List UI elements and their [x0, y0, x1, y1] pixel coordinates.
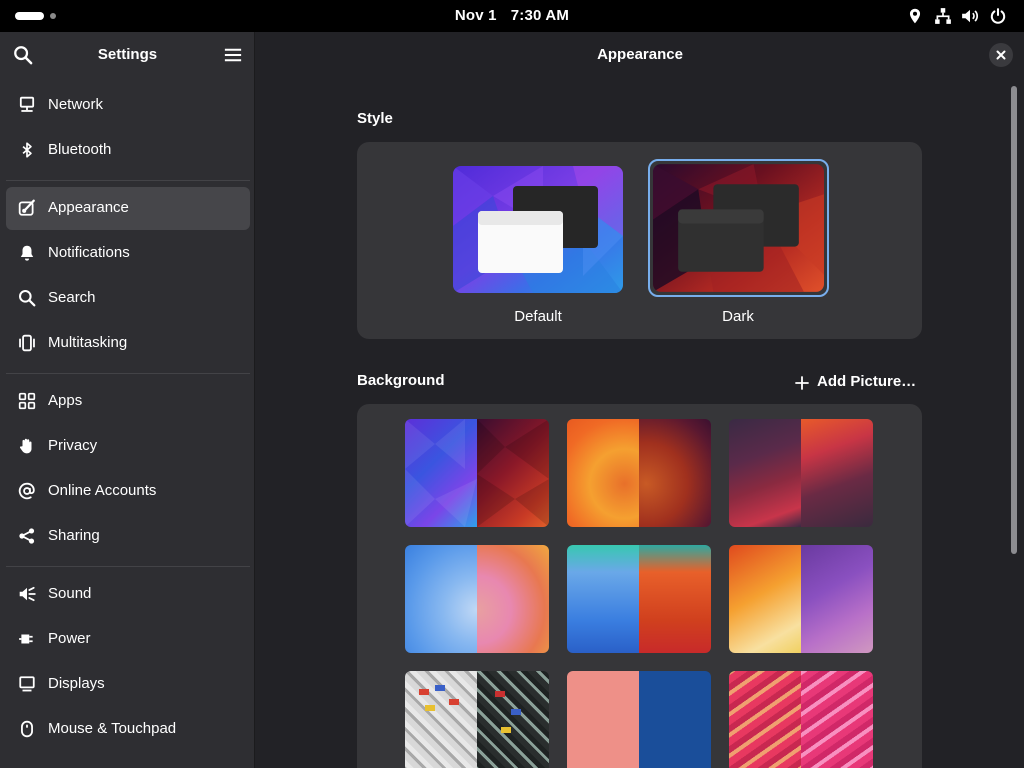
sidebar-item-label: Bluetooth [48, 141, 112, 158]
sidebar-item-online-accounts[interactable]: Online Accounts [6, 470, 250, 513]
sidebar-item-multitasking[interactable]: Multitasking [6, 322, 250, 365]
background-section-title: Background [357, 372, 445, 389]
appearance-icon [18, 199, 35, 216]
sidebar-item-appearance[interactable]: Appearance [6, 187, 250, 230]
wallpaper-thumbnail[interactable] [567, 419, 711, 527]
sidebar-item-label: Privacy [48, 437, 98, 454]
sidebar-header: Settings [0, 32, 255, 78]
wallpaper-thumbnail[interactable] [567, 671, 711, 768]
style-option-default[interactable] [453, 166, 623, 293]
wallpaper-thumbnail[interactable] [405, 671, 549, 768]
mouse-icon [21, 720, 33, 738]
style-card: Default Dark [357, 142, 922, 339]
speaker-icon [19, 586, 36, 602]
sidebar-title: Settings [97, 46, 158, 63]
page-title: Appearance [597, 46, 683, 63]
sidebar-item-sound[interactable]: Sound [6, 573, 250, 616]
clock[interactable]: Nov 1 7:30 AM [0, 7, 1024, 24]
sidebar-item-mouse-touchpad[interactable]: Mouse & Touchpad [6, 708, 250, 751]
sidebar-item-label: Notifications [48, 244, 130, 261]
display-icon [19, 676, 35, 692]
hand-icon [19, 438, 32, 454]
bell-icon [20, 245, 34, 261]
wallpaper-thumbnail[interactable] [405, 419, 549, 527]
sidebar-separator [6, 566, 250, 567]
close-button[interactable] [989, 43, 1013, 67]
close-icon [996, 50, 1006, 60]
sidebar-separator [6, 373, 250, 374]
top-bar: Nov 1 7:30 AM [0, 0, 1024, 32]
sidebar-item-apps[interactable]: Apps [6, 380, 250, 423]
sidebar-item-privacy[interactable]: Privacy [6, 425, 250, 468]
search-icon [19, 290, 36, 307]
style-option-label: Dark [722, 308, 754, 325]
wallpaper-thumbnail[interactable] [729, 419, 873, 527]
apps-grid-icon [18, 392, 36, 410]
appearance-panel: Appearance Style Default Dark Background… [256, 32, 1024, 768]
dark-style-preview [653, 164, 824, 292]
sidebar-item-label: Displays [48, 675, 105, 692]
sidebar-item-label: Sharing [48, 527, 100, 544]
sidebar-item-displays[interactable]: Displays [6, 663, 250, 706]
volume-icon[interactable] [961, 7, 979, 25]
sidebar-item-label: Network [48, 96, 104, 113]
power-icon[interactable] [989, 7, 1007, 25]
add-picture-label: Add Picture… [817, 373, 917, 390]
sidebar-item-notifications[interactable]: Notifications [6, 232, 250, 275]
location-icon[interactable] [906, 7, 924, 25]
hamburger-menu-icon[interactable] [223, 45, 243, 65]
at-sign-icon [18, 482, 35, 500]
default-style-preview [453, 166, 623, 293]
plus-icon [795, 376, 809, 390]
settings-window: Settings Network Bluetooth Appearance No… [0, 32, 1024, 768]
wallpaper-thumbnail[interactable] [729, 545, 873, 653]
sidebar-item-search[interactable]: Search [6, 277, 250, 320]
sidebar-item-label: Appearance [48, 199, 129, 216]
sidebar-item-power[interactable]: Power [6, 618, 250, 661]
sidebar: Settings Network Bluetooth Appearance No… [0, 32, 255, 768]
style-option-label: Default [514, 308, 562, 325]
sidebar-item-label: Search [48, 289, 96, 306]
power-plug-icon [19, 634, 33, 644]
style-section-title: Style [357, 110, 393, 127]
sidebar-item-label: Mouse & Touchpad [48, 720, 177, 737]
network-icon [19, 96, 35, 112]
clock-time: 7:30 AM [510, 7, 570, 24]
sidebar-item-bluetooth[interactable]: Bluetooth [6, 129, 250, 172]
scrollbar[interactable] [1011, 86, 1017, 554]
sidebar-separator [6, 180, 250, 181]
multitasking-icon [19, 334, 35, 352]
clock-date: Nov 1 [454, 7, 497, 24]
background-card [357, 404, 922, 768]
sidebar-item-network[interactable]: Network [6, 84, 250, 127]
sidebar-item-label: Power [48, 630, 91, 647]
sidebar-item-label: Multitasking [48, 334, 128, 351]
network-wired-icon[interactable] [934, 7, 952, 25]
sidebar-item-label: Online Accounts [48, 482, 157, 499]
sidebar-item-sharing[interactable]: Sharing [6, 515, 250, 558]
sidebar-item-label: Apps [48, 392, 83, 409]
wallpaper-thumbnail[interactable] [567, 545, 711, 653]
share-icon [19, 528, 35, 544]
wallpaper-thumbnail[interactable] [729, 671, 873, 768]
bluetooth-icon [22, 142, 32, 158]
wallpaper-thumbnail[interactable] [405, 545, 549, 653]
sidebar-item-label: Sound [48, 585, 92, 602]
style-option-dark[interactable] [653, 164, 824, 292]
